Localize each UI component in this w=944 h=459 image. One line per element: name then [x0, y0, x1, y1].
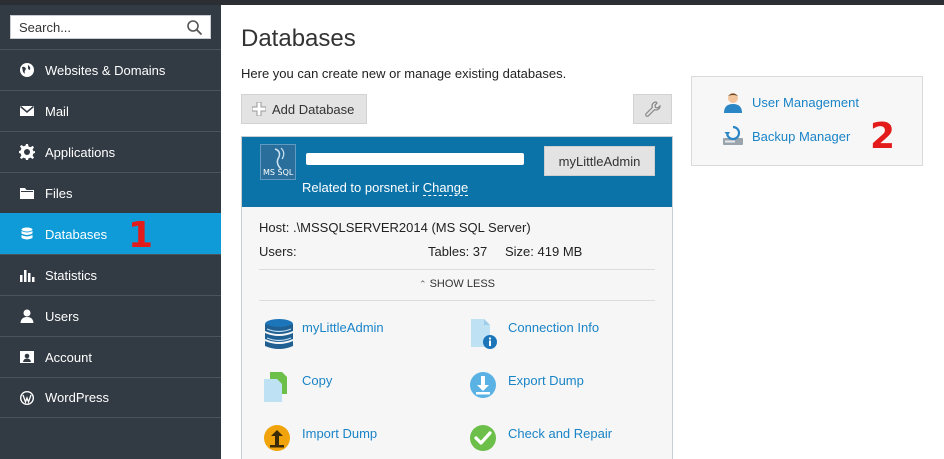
page-title: Databases: [241, 25, 356, 52]
export-dump-icon: [470, 372, 496, 398]
sidebar-item-files[interactable]: Files: [0, 172, 221, 213]
divider: [259, 269, 655, 270]
add-database-label: Add Database: [272, 101, 355, 117]
mssql-icon: MS SQL: [260, 144, 296, 180]
show-less-toggle[interactable]: ⌃ SHOW LESS: [242, 278, 672, 290]
mssql-icon-label: MS SQL: [263, 168, 294, 177]
sidebar-item-label: Mail: [45, 103, 69, 119]
user-management-label: User Management: [752, 94, 859, 110]
main-content: Databases Here you can create new or man…: [221, 5, 944, 459]
sidebar-item-label: Applications: [45, 144, 116, 160]
action-label: Connection Info: [508, 320, 600, 335]
sidebar-item-databases[interactable]: Databases 1: [0, 213, 221, 254]
search-input[interactable]: Search...: [10, 15, 211, 39]
backup-manager-label: Backup Manager: [752, 128, 851, 144]
tables-count: Tables: 37: [428, 244, 488, 259]
action-connection-info[interactable]: Connection Info: [468, 317, 599, 351]
sidebar-item-label: Databases: [45, 226, 108, 242]
action-label: Copy: [302, 373, 333, 388]
backup-manager-icon: [723, 125, 743, 145]
users-label: Users:: [259, 244, 297, 259]
page-description: Here you can create new or manage existi…: [241, 66, 567, 81]
import-dump-icon: [264, 425, 290, 451]
annotation-marker-1: 1: [128, 215, 154, 256]
mail-icon: [18, 102, 36, 120]
sidebar-item-statistics[interactable]: Statistics: [0, 254, 221, 295]
sidebar-item-label: Statistics: [45, 267, 98, 283]
action-export-dump[interactable]: Export Dump: [468, 370, 584, 404]
database-size: Size: 419 MB: [505, 244, 583, 259]
sidebar-item-label: Users: [45, 308, 79, 324]
action-copy[interactable]: Copy: [262, 370, 332, 404]
backup-manager-link[interactable]: Backup Manager: [722, 125, 850, 147]
user-management-link[interactable]: User Management: [722, 91, 859, 113]
action-check-repair[interactable]: Check and Repair: [468, 423, 612, 457]
sidebar-item-label: WordPress: [45, 390, 110, 405]
wrench-icon: [644, 101, 661, 117]
host-info: Host: .\MSSQLSERVER2014 (MS SQL Server): [259, 220, 531, 235]
connection-info-icon: [471, 319, 497, 349]
database-card-body: Host: .\MSSQLSERVER2014 (MS SQL Server) …: [242, 207, 672, 459]
action-label: myLittleAdmin: [302, 320, 384, 335]
sidebar-item-label: Account: [45, 349, 92, 365]
check-repair-icon: [470, 425, 496, 451]
sidebar-nav: Websites & Domains Mail Applications Fil…: [0, 49, 221, 418]
sidebar-item-wordpress[interactable]: WordPress: [0, 377, 221, 418]
related-tools-panel: User Management Backup Manager 2: [691, 76, 923, 166]
chevron-up-icon: ⌃: [418, 279, 427, 289]
change-link[interactable]: Change: [422, 180, 469, 196]
show-less-label: SHOW LESS: [429, 278, 495, 290]
search-placeholder: Search...: [19, 20, 72, 35]
user-icon: [18, 307, 36, 325]
database-name-redacted: [306, 153, 524, 165]
user-management-icon: [724, 93, 742, 113]
database-card: MS SQL Related to porsnet.ir Change myLi…: [241, 136, 673, 459]
copy-icon: [264, 372, 287, 402]
related-domain: Related to porsnet.ir Change: [302, 180, 469, 196]
sidebar-item-account[interactable]: Account: [0, 336, 221, 377]
bar-chart-icon: [18, 266, 36, 284]
action-label: Check and Repair: [508, 426, 613, 441]
action-import-dump[interactable]: Import Dump: [262, 423, 377, 457]
database-card-header: MS SQL Related to porsnet.ir Change myLi…: [242, 137, 672, 207]
annotation-marker-2: 2: [870, 116, 896, 157]
plus-icon: [252, 102, 266, 116]
sidebar-item-mail[interactable]: Mail: [0, 90, 221, 131]
tools-button[interactable]: [633, 94, 672, 124]
add-database-button[interactable]: Add Database: [241, 94, 367, 124]
mylittleadmin-button[interactable]: myLittleAdmin: [544, 146, 655, 176]
gear-icon: [18, 143, 36, 161]
sidebar-item-websites-domains[interactable]: Websites & Domains: [0, 49, 221, 90]
database-stack-icon: [265, 319, 293, 349]
sidebar-item-label: Files: [45, 185, 73, 201]
sidebar-item-users[interactable]: Users: [0, 295, 221, 336]
sidebar-item-label: Websites & Domains: [45, 62, 166, 78]
wordpress-icon: [18, 389, 36, 407]
sidebar-item-applications[interactable]: Applications: [0, 131, 221, 172]
divider: [259, 300, 655, 301]
action-label: Import Dump: [302, 426, 378, 441]
action-label: Export Dump: [508, 373, 584, 388]
globe-icon: [18, 61, 36, 79]
related-domain-text: Related to porsnet.ir: [302, 180, 420, 195]
folder-icon: [18, 184, 36, 202]
sidebar: Search... Websites & Domains Mail Applic…: [0, 5, 221, 459]
search-icon[interactable]: [186, 19, 203, 36]
account-icon: [18, 348, 36, 366]
action-mylittleadmin[interactable]: myLittleAdmin: [262, 317, 384, 351]
database-icon: [18, 225, 36, 243]
